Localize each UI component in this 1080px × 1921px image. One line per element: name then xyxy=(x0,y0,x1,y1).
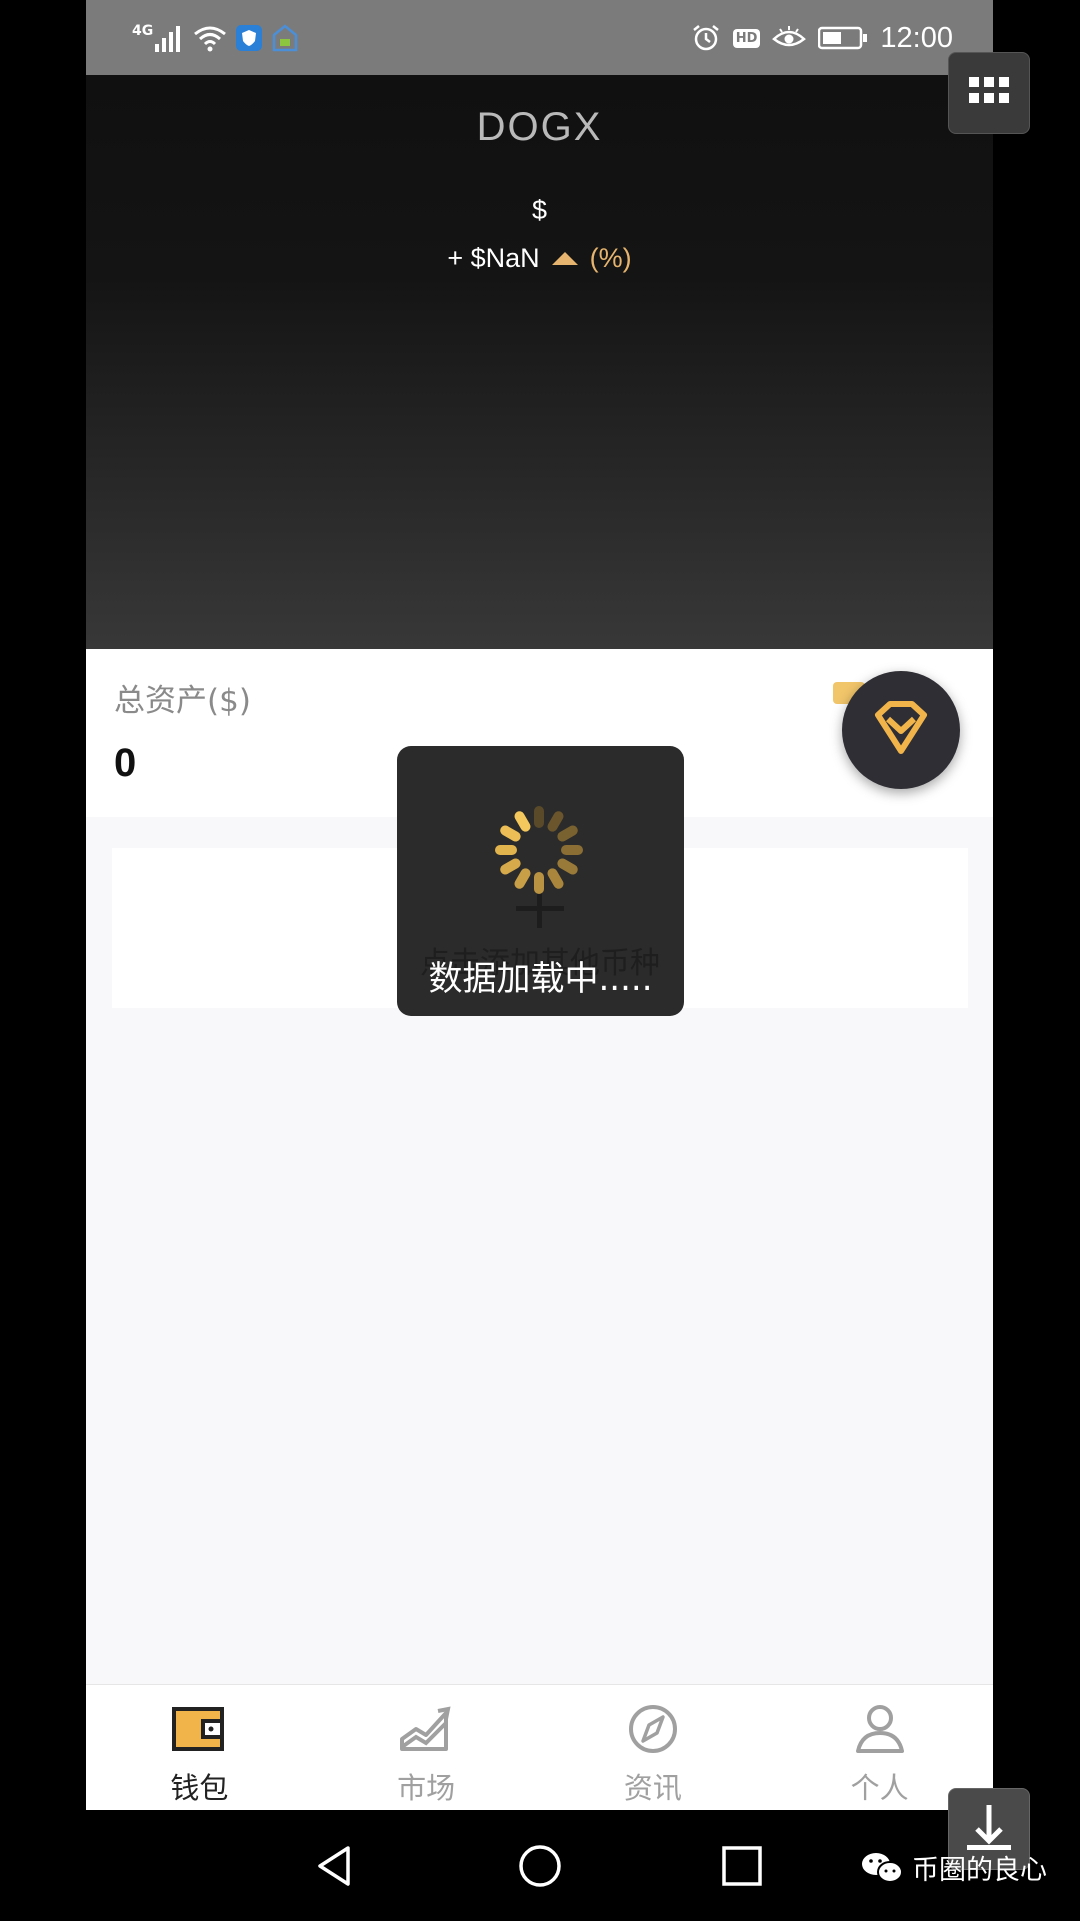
price-change-value: + $NaN xyxy=(447,243,540,273)
watermark: 币圈的良心 xyxy=(860,1848,1047,1887)
eye-icon xyxy=(772,26,807,47)
up-arrow-icon xyxy=(551,252,578,265)
tab-wallet[interactable]: 钱包 xyxy=(86,1685,313,1810)
total-assets-label: 总资产($) xyxy=(114,683,251,719)
status-time: 12:00 xyxy=(880,21,953,54)
bottom-tab-bar: 钱包 市场 资讯 个人 xyxy=(86,1684,993,1810)
grid-icon xyxy=(969,77,1009,103)
compass-icon xyxy=(628,1705,677,1753)
price-change: + $NaN (%) xyxy=(86,243,993,274)
total-assets-value: 0 xyxy=(114,741,137,785)
app-screen: 4G HD 12:00 DOGX $ + $NaN (%) 总资产($) 0 数… xyxy=(86,0,993,1810)
back-triangle-icon[interactable] xyxy=(312,1842,360,1890)
floating-menu-button[interactable] xyxy=(948,52,1030,134)
tab-wallet-label: 钱包 xyxy=(170,1771,229,1805)
tab-market[interactable]: 市场 xyxy=(313,1685,540,1810)
status-bar: 4G HD 12:00 xyxy=(86,0,993,75)
loading-toast: 数据加载中..... xyxy=(397,746,684,1016)
coin-title: DOGX xyxy=(476,105,603,149)
network-type: 4G xyxy=(132,23,154,39)
diamond-icon xyxy=(875,701,927,754)
signal-icon xyxy=(155,26,181,52)
hd-badge: HD xyxy=(732,28,761,48)
tab-market-label: 市场 xyxy=(397,1771,456,1805)
shield-app-icon xyxy=(236,25,263,51)
loading-spinner-icon xyxy=(495,806,583,894)
battery-icon xyxy=(818,26,868,50)
market-chart-icon xyxy=(400,1706,451,1751)
loading-text: 数据加载中..... xyxy=(428,959,653,999)
person-icon xyxy=(855,1705,904,1753)
diamond-badge-button[interactable] xyxy=(842,671,960,789)
status-right: HD 12:00 xyxy=(691,18,953,58)
wifi-icon xyxy=(194,26,227,52)
watermark-text: 币圈的良心 xyxy=(912,1855,1047,1886)
tab-news[interactable]: 资讯 xyxy=(540,1685,767,1810)
home-circle-icon[interactable] xyxy=(516,1842,564,1890)
price-change-percent: (%) xyxy=(589,243,632,273)
tab-news-label: 资讯 xyxy=(623,1771,682,1805)
home-app-icon xyxy=(272,24,298,52)
coin-header: DOGX $ + $NaN (%) xyxy=(86,75,993,649)
wechat-icon xyxy=(862,1852,903,1883)
coin-price: $ xyxy=(531,195,548,225)
wallet-icon xyxy=(172,1707,225,1751)
alarm-icon xyxy=(692,25,719,51)
status-left: 4G xyxy=(132,18,299,58)
recents-square-icon[interactable] xyxy=(718,1842,766,1890)
